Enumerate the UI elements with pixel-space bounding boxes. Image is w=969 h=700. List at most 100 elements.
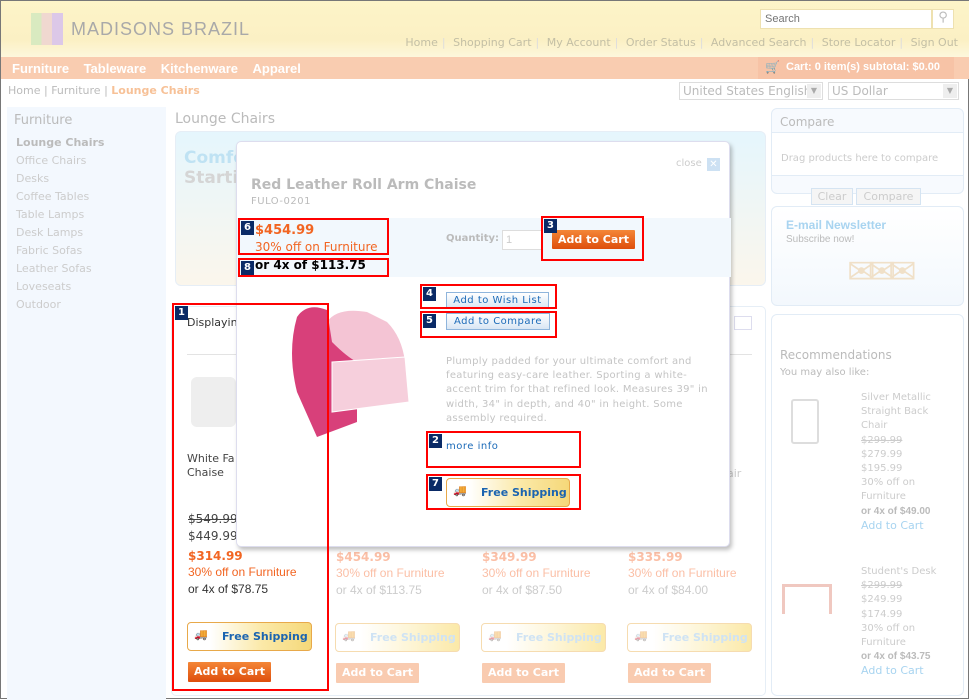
rec-name[interactable]: Student's Desk bbox=[861, 565, 961, 579]
compare-button[interactable]: Compare bbox=[856, 188, 921, 205]
cart-summary[interactable]: 🛒 Cart: 0 item(s) subtotal: $0.00 bbox=[758, 57, 954, 79]
nav-kitchenware[interactable]: Kitchenware bbox=[161, 61, 238, 76]
currency-value: US Dollar bbox=[832, 84, 888, 98]
sale-price: $454.99 bbox=[336, 550, 391, 564]
top-links: Home | Shopping Cart | My Account | Order S… bbox=[405, 36, 958, 49]
link-order-status[interactable]: Order Status bbox=[626, 36, 696, 49]
truck-icon: 🚚 bbox=[342, 629, 356, 642]
rec-list-price: $299.99 bbox=[861, 434, 903, 446]
product-title: Red Leather Roll Arm Chaise bbox=[251, 177, 477, 193]
annotation-box-7: 7 bbox=[426, 474, 581, 510]
sidebar-item-desks[interactable]: Desks bbox=[16, 172, 166, 190]
quantity-input[interactable] bbox=[502, 230, 542, 250]
page-title: Lounge Chairs bbox=[175, 111, 275, 127]
product-image[interactable] bbox=[791, 399, 819, 444]
rec-add-to-cart[interactable]: Add to Cart bbox=[861, 519, 956, 533]
rec-installment: or 4x of $43.75 bbox=[861, 651, 931, 663]
grid-view-icon[interactable] bbox=[734, 316, 752, 330]
chevron-down-icon: ▼ bbox=[807, 84, 821, 98]
search-input[interactable] bbox=[760, 9, 932, 29]
link-shopping-cart[interactable]: Shopping Cart bbox=[453, 36, 531, 49]
free-shipping-label: Free Shipping bbox=[370, 631, 456, 644]
recommendation-item: Student's Desk $299.99 $249.99 $174.99 3… bbox=[861, 565, 961, 679]
free-shipping-button[interactable]: 🚚 Free Shipping bbox=[335, 623, 460, 652]
installment-text: or 4x of $113.75 bbox=[336, 583, 422, 597]
product-sku: FULO-0201 bbox=[251, 196, 311, 207]
clear-button[interactable]: Clear bbox=[811, 188, 853, 205]
annotation-badge: 1 bbox=[175, 306, 188, 320]
language-select[interactable]: United States English ▼ bbox=[679, 82, 823, 100]
header: MADISONS BRAZIL ⚲ Home| Shopping Cart| M… bbox=[1, 1, 969, 57]
link-store-locator[interactable]: Store Locator bbox=[822, 36, 896, 49]
compare-panel: Compare Drag products here to compare bbox=[771, 108, 964, 194]
brand-logo[interactable]: MADISONS BRAZIL bbox=[71, 19, 250, 40]
annotation-badge: 3 bbox=[544, 219, 557, 233]
sidebar-item-leather-sofas[interactable]: Leather Sofas bbox=[16, 262, 166, 280]
product-image[interactable] bbox=[782, 584, 832, 614]
annotation-badge: 2 bbox=[429, 434, 442, 448]
breadcrumb-furniture[interactable]: Furniture bbox=[51, 84, 100, 97]
link-my-account[interactable]: My Account bbox=[547, 36, 611, 49]
rec-discount: 30% off on Furniture bbox=[861, 622, 916, 649]
quantity-label: Quantity: bbox=[446, 233, 499, 244]
sidebar-title: Furniture bbox=[14, 113, 73, 128]
envelope-icon: ✉✉✉ bbox=[847, 252, 917, 292]
annotation-badge: 4 bbox=[423, 287, 436, 301]
compare-hint: Drag products here to compare bbox=[781, 153, 939, 164]
rec-price: $174.99 bbox=[861, 608, 903, 620]
breadcrumb-home[interactable]: Home bbox=[8, 84, 40, 97]
installment-text: or 4x of $84.00 bbox=[628, 583, 709, 597]
link-sign-out[interactable]: Sign Out bbox=[911, 36, 958, 49]
close-icon[interactable]: ✕ bbox=[707, 158, 720, 171]
sale-price: $335.99 bbox=[628, 550, 683, 564]
annotation-box-5: 5 bbox=[420, 311, 557, 338]
discount-text: 30% off on Furniture bbox=[482, 566, 591, 580]
sidebar-item-lounge-chairs[interactable]: Lounge Chairs bbox=[16, 136, 166, 154]
installment-text: or 4x of $87.50 bbox=[482, 583, 563, 597]
rec-was-price: $249.99 bbox=[861, 594, 903, 606]
recommendations-title: Recommendations bbox=[780, 348, 892, 362]
rec-discount: 30% off on Furniture bbox=[861, 477, 916, 503]
sidebar-item-loveseats[interactable]: Loveseats bbox=[16, 280, 166, 298]
newsletter-panel[interactable]: E-mail Newsletter Subscribe now! ✉✉✉ bbox=[771, 206, 964, 306]
nav-tableware[interactable]: Tableware bbox=[84, 61, 147, 76]
sidebar-item-outdoor[interactable]: Outdoor bbox=[16, 298, 166, 316]
link-advanced-search[interactable]: Advanced Search bbox=[711, 36, 807, 49]
annotation-box-4: 4 bbox=[420, 284, 557, 309]
close-link[interactable]: close bbox=[676, 158, 702, 169]
free-shipping-button[interactable]: 🚚 Free Shipping bbox=[481, 623, 606, 652]
add-to-cart-button[interactable]: Add to Cart bbox=[628, 663, 711, 683]
search-icon[interactable]: ⚲ bbox=[932, 9, 954, 29]
annotation-box-6: 6 bbox=[238, 218, 389, 255]
sidebar-item-desk-lamps[interactable]: Desk Lamps bbox=[16, 226, 166, 244]
logo-icon bbox=[31, 13, 63, 45]
annotation-box-2: 2 bbox=[426, 431, 581, 468]
currency-select[interactable]: US Dollar ▼ bbox=[828, 82, 959, 100]
free-shipping-label: Free Shipping bbox=[516, 631, 602, 644]
rec-list-price: $299.99 bbox=[861, 580, 903, 592]
rec-name[interactable]: Silver Metallic Straight Back Chair bbox=[861, 391, 956, 434]
free-shipping-button[interactable]: 🚚 Free Shipping bbox=[627, 623, 752, 652]
sidebar-item-office-chairs[interactable]: Office Chairs bbox=[16, 154, 166, 172]
add-to-cart-button[interactable]: Add to Cart bbox=[482, 663, 565, 683]
cart-text: Cart: 0 item(s) subtotal: $0.00 bbox=[786, 61, 941, 73]
cart-icon: 🛒 bbox=[765, 60, 780, 74]
free-shipping-label: Free Shipping bbox=[662, 631, 748, 644]
rec-add-to-cart[interactable]: Add to Cart bbox=[861, 664, 961, 678]
nav-furniture[interactable]: Furniture bbox=[12, 61, 69, 76]
annotation-box-1: 1 bbox=[172, 303, 329, 691]
nav-apparel[interactable]: Apparel bbox=[253, 61, 301, 76]
annotation-box-8: 8 bbox=[238, 258, 389, 277]
sidebar-item-coffee-tables[interactable]: Coffee Tables bbox=[16, 190, 166, 208]
breadcrumb: Home | Furniture | Lounge Chairs bbox=[8, 84, 200, 97]
annotation-badge: 5 bbox=[423, 314, 436, 328]
breadcrumb-current: Lounge Chairs bbox=[111, 84, 200, 97]
link-home[interactable]: Home bbox=[405, 36, 437, 49]
sidebar-item-table-lamps[interactable]: Table Lamps bbox=[16, 208, 166, 226]
add-to-cart-button[interactable]: Add to Cart bbox=[336, 663, 419, 683]
annotation-box-3: 3 bbox=[541, 216, 644, 261]
newsletter-title: E-mail Newsletter bbox=[786, 218, 887, 232]
rec-price: $195.99 bbox=[861, 463, 903, 475]
sidebar-item-fabric-sofas[interactable]: Fabric Sofas bbox=[16, 244, 166, 262]
truck-icon: 🚚 bbox=[634, 629, 648, 642]
